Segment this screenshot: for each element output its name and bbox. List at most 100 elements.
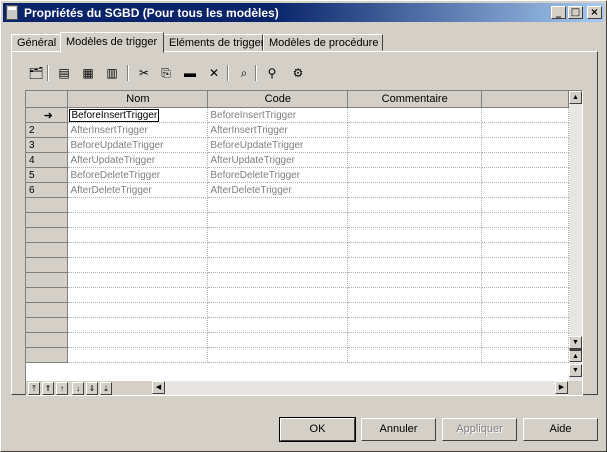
empty-cell[interactable] bbox=[347, 272, 483, 288]
find-icon[interactable]: ⌕ bbox=[235, 64, 253, 82]
cell-comment[interactable] bbox=[347, 182, 483, 198]
row-header[interactable] bbox=[26, 272, 69, 288]
cell-name[interactable]: BeforeDeleteTrigger bbox=[67, 167, 209, 183]
current-row-arrow-icon[interactable]: ➜ bbox=[26, 107, 69, 123]
scroll-bottom-button[interactable]: ▼ bbox=[569, 364, 582, 377]
empty-cell[interactable] bbox=[347, 302, 483, 318]
tab-general[interactable]: Général bbox=[11, 34, 61, 51]
empty-cell[interactable] bbox=[347, 242, 483, 258]
empty-cell[interactable] bbox=[67, 272, 209, 288]
table-row[interactable]: 6 AfterDeleteTrigger AfterDeleteTrigger bbox=[26, 182, 569, 198]
properties-icon[interactable]: 🗂 bbox=[27, 64, 45, 82]
cell-comment[interactable] bbox=[347, 107, 483, 123]
row-number[interactable]: 6 bbox=[26, 182, 69, 198]
insert-row-icon[interactable]: ▤ bbox=[55, 64, 73, 82]
cell-code[interactable]: AfterInsertTrigger bbox=[207, 122, 349, 138]
move-bottom-icon[interactable]: ⤓ bbox=[100, 382, 112, 395]
row-header[interactable] bbox=[26, 347, 69, 363]
empty-cell[interactable] bbox=[67, 347, 209, 363]
row-number[interactable]: 5 bbox=[26, 167, 69, 183]
empty-row[interactable] bbox=[26, 257, 569, 273]
add-row-icon[interactable]: ▦ bbox=[79, 64, 97, 82]
tab-trigger-templates[interactable]: Modèles de trigger bbox=[60, 32, 164, 53]
empty-row[interactable] bbox=[26, 242, 569, 258]
cell-name[interactable]: AfterDeleteTrigger bbox=[67, 182, 209, 198]
row-header[interactable] bbox=[26, 227, 69, 243]
tab-procedure-templates[interactable]: Modèles de procédure bbox=[263, 34, 383, 51]
tab-trigger-items[interactable]: Eléments de trigger bbox=[163, 34, 264, 51]
empty-row[interactable] bbox=[26, 272, 569, 288]
empty-cell[interactable] bbox=[67, 242, 209, 258]
empty-cell[interactable] bbox=[347, 212, 483, 228]
cell-comment[interactable] bbox=[347, 167, 483, 183]
filter-icon[interactable]: ⚲ bbox=[263, 64, 281, 82]
empty-cell[interactable] bbox=[347, 347, 483, 363]
move-page-up-icon[interactable]: ⇑ bbox=[42, 382, 54, 395]
row-number[interactable]: 3 bbox=[26, 137, 69, 153]
scroll-top-button[interactable]: ▲ bbox=[569, 349, 582, 362]
add-from-list-icon[interactable]: ▥ bbox=[103, 64, 121, 82]
column-header-comment[interactable]: Commentaire bbox=[347, 91, 483, 108]
row-header[interactable] bbox=[26, 317, 69, 333]
title-bar[interactable]: Propriétés du SGBD (Pour tous les modèle… bbox=[3, 3, 604, 22]
empty-row[interactable] bbox=[26, 212, 569, 228]
column-header-code[interactable]: Code bbox=[207, 91, 349, 108]
horizontal-scrollbar[interactable]: ◀ ▶ bbox=[152, 381, 568, 395]
help-button[interactable]: Aide bbox=[523, 418, 598, 441]
cell-name[interactable]: AfterUpdateTrigger bbox=[67, 152, 209, 168]
cell-name[interactable]: BeforeUpdateTrigger bbox=[67, 137, 209, 153]
row-header[interactable] bbox=[26, 212, 69, 228]
cell-name[interactable]: AfterInsertTrigger bbox=[67, 122, 209, 138]
row-number[interactable]: 2 bbox=[26, 122, 69, 138]
table-row[interactable]: ➜ BeforeInsertTrigger BeforeInsertTrigger bbox=[26, 107, 569, 123]
empty-row[interactable] bbox=[26, 332, 569, 348]
table-row[interactable]: 3 BeforeUpdateTrigger BeforeUpdateTrigger bbox=[26, 137, 569, 153]
table-row[interactable]: 5 BeforeDeleteTrigger BeforeDeleteTrigger bbox=[26, 167, 569, 183]
empty-cell[interactable] bbox=[207, 212, 349, 228]
empty-row[interactable] bbox=[26, 317, 569, 333]
move-up-icon[interactable]: ↑ bbox=[56, 382, 68, 395]
move-top-icon[interactable]: ⤒ bbox=[28, 382, 40, 395]
filter-settings-icon[interactable]: ⚙ bbox=[289, 64, 307, 82]
empty-cell[interactable] bbox=[67, 287, 209, 303]
cell-editor[interactable]: BeforeInsertTrigger bbox=[69, 108, 160, 122]
cell-comment[interactable] bbox=[347, 122, 483, 138]
empty-cell[interactable] bbox=[207, 272, 349, 288]
empty-cell[interactable] bbox=[67, 257, 209, 273]
scroll-down-button[interactable]: ▼ bbox=[569, 336, 582, 349]
table-row[interactable]: 2 AfterInsertTrigger AfterInsertTrigger bbox=[26, 122, 569, 138]
minimize-button[interactable]: _ bbox=[551, 6, 566, 19]
empty-cell[interactable] bbox=[207, 257, 349, 273]
empty-cell[interactable] bbox=[347, 197, 483, 213]
empty-cell[interactable] bbox=[207, 227, 349, 243]
row-header[interactable] bbox=[26, 332, 69, 348]
empty-cell[interactable] bbox=[67, 317, 209, 333]
empty-cell[interactable] bbox=[347, 227, 483, 243]
empty-row[interactable] bbox=[26, 302, 569, 318]
row-header[interactable] bbox=[26, 302, 69, 318]
empty-cell[interactable] bbox=[207, 302, 349, 318]
empty-cell[interactable] bbox=[207, 242, 349, 258]
apply-button[interactable]: Appliquer bbox=[442, 418, 517, 441]
empty-row[interactable] bbox=[26, 227, 569, 243]
cell-name[interactable]: BeforeInsertTrigger bbox=[67, 107, 209, 123]
cell-comment[interactable] bbox=[347, 152, 483, 168]
cell-code[interactable]: BeforeUpdateTrigger bbox=[207, 137, 349, 153]
empty-cell[interactable] bbox=[207, 317, 349, 333]
cell-code[interactable]: AfterDeleteTrigger bbox=[207, 182, 349, 198]
move-down-icon[interactable]: ↓ bbox=[72, 382, 84, 395]
delete-icon[interactable]: ✕ bbox=[205, 64, 223, 82]
cut-icon[interactable]: ✂ bbox=[135, 64, 153, 82]
close-button[interactable]: × bbox=[587, 6, 602, 19]
empty-cell[interactable] bbox=[67, 302, 209, 318]
maximize-button[interactable]: □ bbox=[568, 6, 583, 19]
row-header[interactable] bbox=[26, 257, 69, 273]
paste-icon[interactable]: ▬ bbox=[181, 64, 199, 82]
vertical-scrollbar[interactable]: ▲ ▼ ▲ ▼ bbox=[569, 91, 582, 381]
copy-icon[interactable]: ⎘ bbox=[157, 64, 175, 82]
empty-cell[interactable] bbox=[207, 197, 349, 213]
cell-code[interactable]: BeforeInsertTrigger bbox=[207, 107, 349, 123]
empty-cell[interactable] bbox=[207, 287, 349, 303]
column-header-name[interactable]: Nom bbox=[67, 91, 209, 108]
cell-code[interactable]: BeforeDeleteTrigger bbox=[207, 167, 349, 183]
